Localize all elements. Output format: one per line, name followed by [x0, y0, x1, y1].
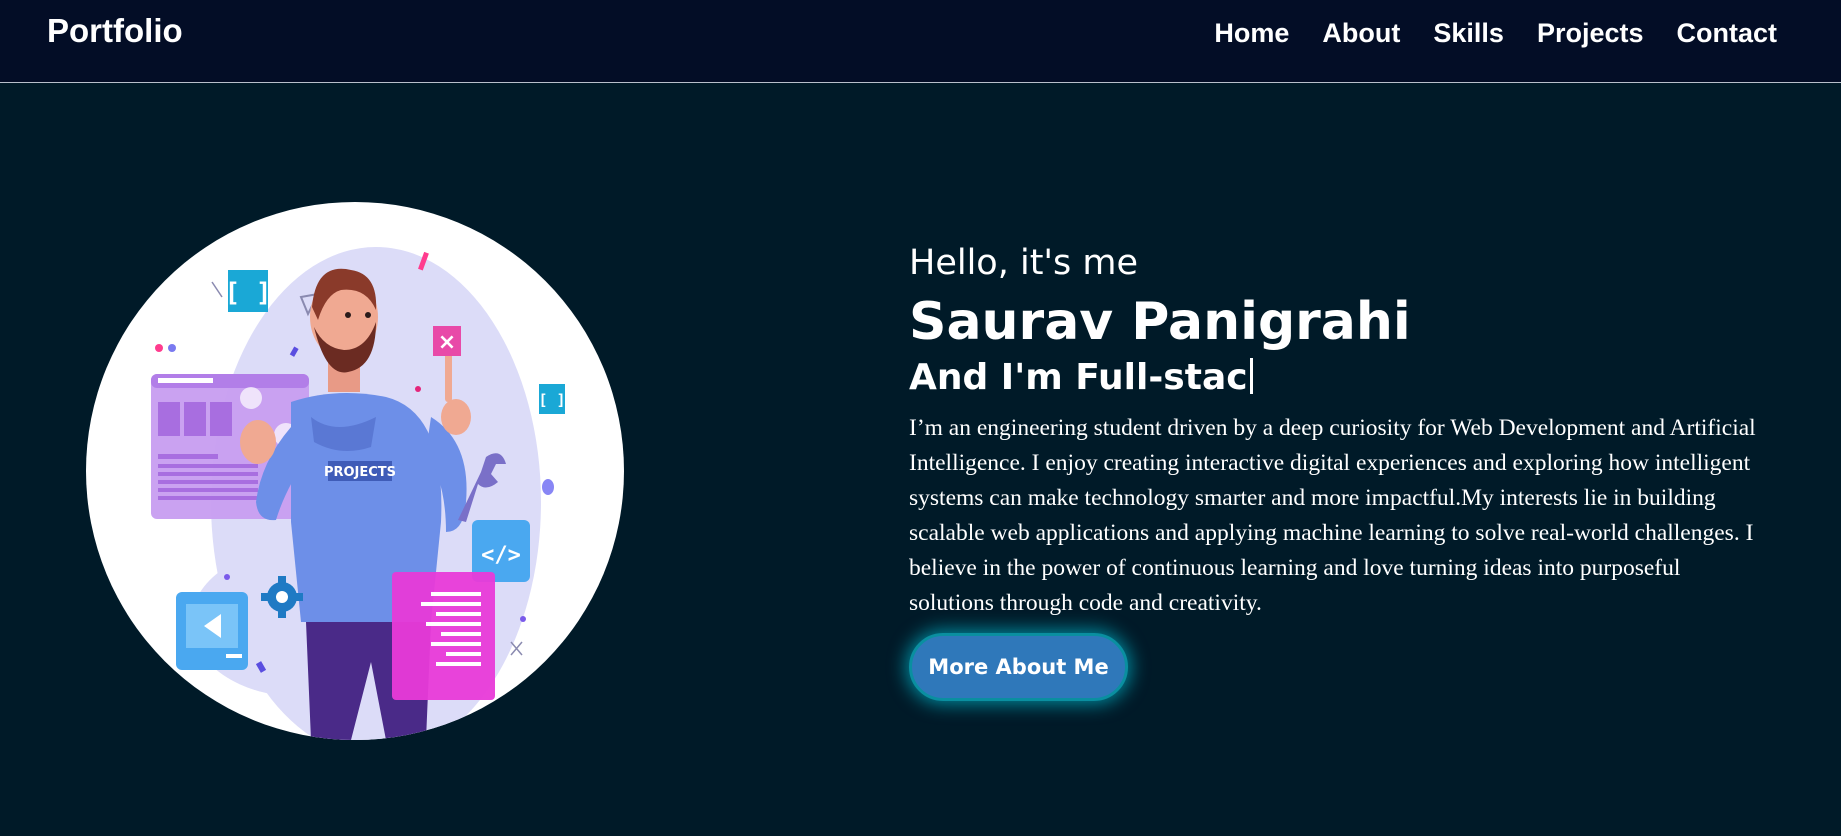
typing-cursor	[1249, 358, 1253, 394]
confetti	[520, 616, 526, 622]
profile-illustration: [ ] [ ] PROJECTS × </>	[86, 202, 624, 740]
confetti	[415, 386, 421, 392]
hero-name: Saurav Panigrahi	[909, 292, 1411, 352]
confetti	[168, 344, 176, 352]
nav-link-projects[interactable]: Projects	[1537, 16, 1644, 50]
nav-link-contact[interactable]: Contact	[1677, 16, 1778, 50]
hero-text: Hello, it's me Saurav Panigrahi And I'm …	[909, 240, 1769, 701]
nav-link-about[interactable]: About	[1322, 16, 1400, 50]
svg-text:[ ]: [ ]	[225, 278, 272, 308]
nav-links: Home About Skills Projects Contact	[1214, 16, 1777, 50]
svg-text:</>: </>	[481, 543, 521, 568]
more-about-me-button[interactable]: More About Me	[909, 633, 1128, 701]
svg-text:×: ×	[438, 330, 456, 355]
confetti	[211, 281, 223, 298]
confetti	[542, 479, 554, 495]
nav-link-home[interactable]: Home	[1214, 16, 1289, 50]
bio-paragraph: I’m an engineering student driven by a d…	[909, 415, 1756, 616]
svg-text:PROJECTS: PROJECTS	[324, 465, 396, 480]
logo[interactable]: Portfolio	[47, 12, 183, 50]
navbar: Portfolio Home About Skills Projects Con…	[0, 0, 1841, 83]
svg-text:[ ]: [ ]	[538, 391, 565, 409]
typed-role-text: And I'm Full-stac	[909, 357, 1248, 398]
nav-link-skills[interactable]: Skills	[1433, 16, 1504, 50]
greeting: Hello, it's me	[909, 243, 1139, 283]
typed-role: And I'm Full-stac	[909, 355, 1769, 401]
confetti	[224, 574, 230, 580]
confetti	[155, 344, 163, 352]
developer-illustration: [ ] [ ] PROJECTS × </>	[151, 247, 566, 740]
